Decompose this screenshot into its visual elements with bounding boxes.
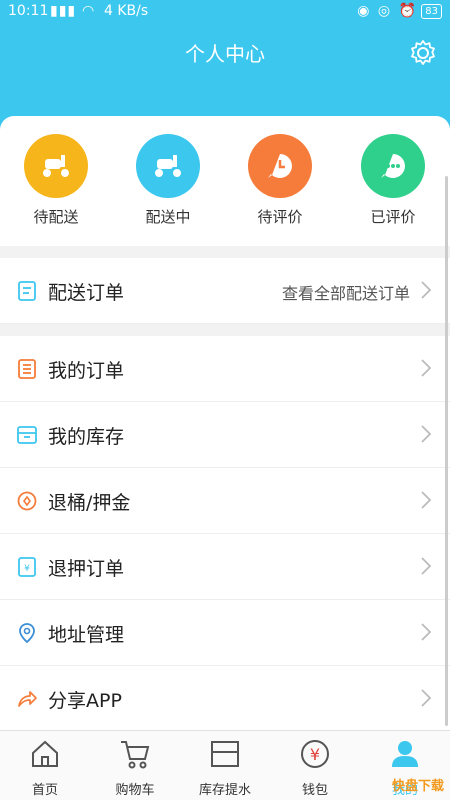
tab-cart[interactable]: 购物车 [90,737,180,798]
chevron-right-icon [421,557,432,575]
menu-item-my-orders[interactable]: 我的订单 [0,336,450,402]
tab-label: 钱包 [301,783,328,798]
page-title: 个人中心 [185,42,265,66]
scooter-icon [136,134,200,198]
chevron-right-icon [421,281,432,299]
chevron-right-icon [421,623,432,641]
tab-home[interactable]: 首页 [0,737,90,798]
order-pending-review[interactable]: 待评价 [230,134,330,227]
chat-bubble-icon [361,134,425,198]
order-label: 配送中 [145,208,191,226]
scooter-icon [24,134,88,198]
menu-item-label: 退押订单 [48,558,125,580]
svg-text:¥: ¥ [24,564,30,574]
menu-item-deposit-refund-orders[interactable]: ¥ 退押订单 [0,534,450,600]
status-time: 10:11 [8,3,49,19]
tab-label: 购物车 [115,783,155,798]
profile-card: 待配送 配送中 待评价 已评价 配送订单 查看全部配送订单 我的订单 我的库存 … [0,116,450,730]
delivery-orders-label: 配送订单 [48,282,125,304]
signal-icon: ▮▮▮ [50,3,77,19]
view-all-delivery-orders-link[interactable]: 查看全部配送订单 [282,280,410,304]
tab-label: 库存提水 [198,783,251,798]
clock-icon [248,134,312,198]
status-bar: 10:11 ▮▮▮ ◠ 4 KB/s ◉ ◎ ⏰ 83 [0,0,450,24]
user-icon [392,741,418,767]
watermark-logo: 快盘下载 [391,779,444,794]
menu-item-label: 我的订单 [48,360,125,382]
order-label: 待评价 [257,208,303,226]
menu-item-my-inventory[interactable]: 我的库存 [0,402,450,468]
tab-wallet[interactable]: ¥ 钱包 [270,737,360,798]
section-divider [0,246,450,258]
document-icon [18,281,36,301]
menu-item-share-app[interactable]: 分享APP [0,666,450,730]
order-pending-delivery[interactable]: 待配送 [6,134,106,227]
scrollbar[interactable] [445,176,448,726]
chevron-right-icon [421,689,432,707]
list-icon [18,359,36,379]
bottom-tab-bar: 首页 购物车 库存提水 ¥ 钱包 我的 快盘下载 [0,730,450,800]
home-icon [32,740,58,767]
battery-indicator: 83 [421,4,442,19]
order-delivering[interactable]: 配送中 [118,134,218,227]
box-icon [211,741,239,767]
chevron-right-icon [421,359,432,377]
tab-label: 首页 [31,783,58,798]
svg-text:¥: ¥ [310,745,320,764]
receipt-icon: ¥ [18,557,36,577]
gear-icon[interactable] [408,38,438,68]
order-status-row: 待配送 配送中 待评价 已评价 [0,116,450,246]
share-icon [18,691,37,707]
wifi-icon: ◠ [82,3,95,19]
order-reviewed[interactable]: 已评价 [343,134,443,227]
menu-item-return-bucket-deposit[interactable]: 退桶/押金 [0,468,450,534]
yen-coin-icon: ¥ [301,740,329,768]
status-icons: ◉ ◎ ⏰ [357,3,418,19]
section-divider [0,324,450,336]
cart-icon [121,741,150,769]
menu-item-label: 退桶/押金 [48,492,131,514]
menu-item-address-management[interactable]: 地址管理 [0,600,450,666]
menu-item-label: 我的库存 [48,426,125,448]
location-pin-icon [19,623,35,644]
chevron-right-icon [421,425,432,443]
order-label: 已评价 [370,208,416,226]
box-icon [17,426,37,444]
order-label: 待配送 [33,208,79,226]
delivery-orders-row[interactable]: 配送订单 查看全部配送订单 [0,258,450,324]
network-speed: 4 KB/s [104,3,149,19]
chevron-right-icon [421,491,432,509]
coin-icon [17,491,37,511]
tab-inventory-water[interactable]: 库存提水 [180,737,270,798]
menu-item-label: 分享APP [48,690,122,712]
menu-item-label: 地址管理 [48,624,125,646]
